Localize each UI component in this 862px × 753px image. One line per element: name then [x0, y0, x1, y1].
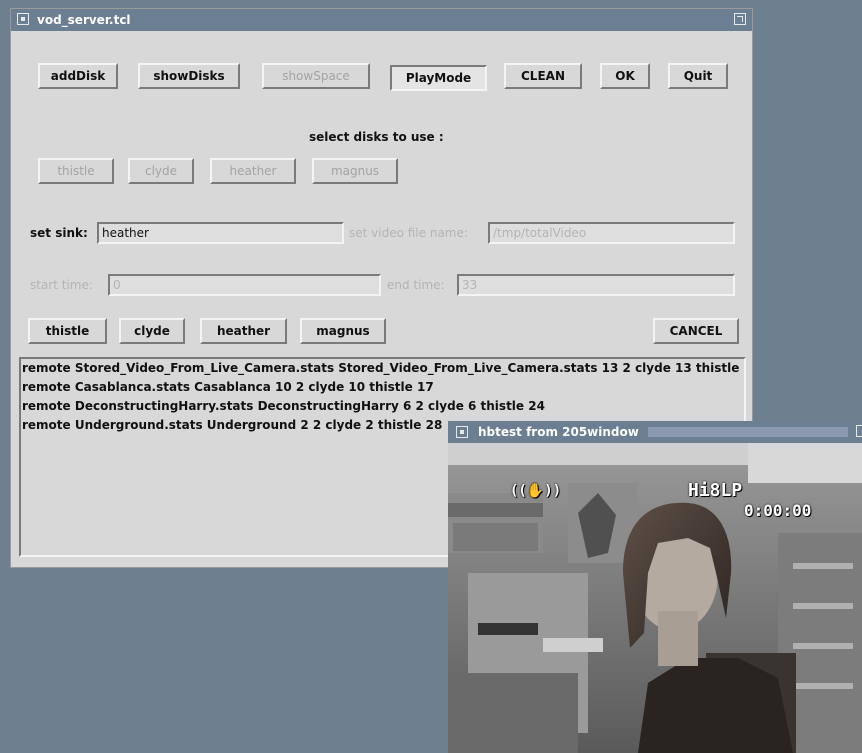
list-item[interactable]: remote Stored_Video_From_Live_Camera.sta… — [21, 359, 744, 378]
video-file-input[interactable]: /tmp/totalVideo — [488, 222, 735, 244]
end-time-label: end time: — [387, 278, 445, 292]
video-window: hbtest from 205window ((✋)) Hi8LP 0:00:0… — [448, 421, 862, 753]
start-time-input[interactable]: 0 — [108, 274, 381, 296]
disk-option-heather[interactable]: heather — [210, 158, 296, 184]
select-disks-label: select disks to use : — [309, 130, 444, 144]
maximize-icon[interactable] — [856, 425, 862, 437]
cancel-button[interactable]: CANCEL — [653, 318, 739, 344]
list-item[interactable]: remote Casablanca.stats Casablanca 10 2 … — [21, 378, 744, 397]
end-time-input[interactable]: 33 — [457, 274, 735, 296]
show-disks-button[interactable]: showDisks — [138, 63, 240, 89]
list-item[interactable]: remote DeconstructingHarry.stats Deconst… — [21, 397, 744, 416]
disk-button-magnus[interactable]: magnus — [300, 318, 386, 344]
title-bar[interactable]: vod_server.tcl — [11, 9, 752, 31]
disk-button-clyde[interactable]: clyde — [119, 318, 185, 344]
play-mode-button[interactable]: PlayMode — [390, 65, 487, 91]
window-menu-icon[interactable] — [17, 13, 29, 25]
disk-option-thistle[interactable]: thistle — [38, 158, 114, 184]
quit-button[interactable]: Quit — [668, 63, 728, 89]
video-title-bar[interactable]: hbtest from 205window — [448, 421, 862, 443]
add-disk-button[interactable]: addDisk — [38, 63, 118, 89]
clean-button[interactable]: CLEAN — [504, 63, 582, 89]
set-sink-input[interactable]: heather — [97, 222, 344, 244]
video-file-label: set video file name: — [349, 226, 468, 240]
ok-button[interactable]: OK — [600, 63, 650, 89]
set-sink-label: set sink: — [30, 226, 88, 240]
video-window-menu-icon[interactable] — [456, 426, 468, 438]
title-bar-stripe — [648, 427, 848, 437]
hud-timecode: 0:00:00 — [744, 501, 812, 520]
maximize-icon[interactable] — [734, 13, 746, 25]
start-time-label: start time: — [30, 278, 93, 292]
hand-icon: ((✋)) — [510, 483, 562, 499]
disk-option-magnus[interactable]: magnus — [312, 158, 398, 184]
hud-tape-format: Hi8LP — [688, 480, 743, 501]
disk-option-clyde[interactable]: clyde — [128, 158, 194, 184]
video-window-title: hbtest from 205window — [478, 425, 639, 439]
show-space-button[interactable]: showSpace — [262, 63, 370, 89]
disk-button-thistle[interactable]: thistle — [28, 318, 107, 344]
window-title: vod_server.tcl — [37, 13, 131, 27]
disk-button-heather[interactable]: heather — [200, 318, 287, 344]
